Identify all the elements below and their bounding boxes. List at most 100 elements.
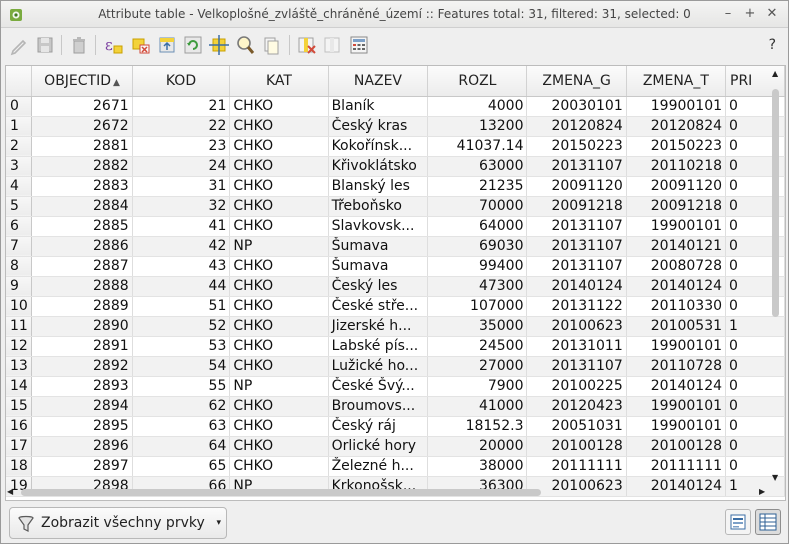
table-cell[interactable]: Labské pís... (328, 336, 429, 357)
table-cell[interactable]: 22 (132, 116, 231, 137)
table-cell[interactable]: CHKO (229, 396, 329, 417)
table-cell[interactable]: CHKO (229, 316, 329, 337)
row-header[interactable]: 16 (6, 416, 33, 437)
table-cell[interactable]: 2890 (31, 316, 133, 337)
table-cell[interactable]: 20131107 (526, 356, 627, 377)
table-cell[interactable]: 32 (132, 196, 231, 217)
table-cell[interactable]: 20110728 (626, 356, 727, 377)
column-header-kat[interactable]: KAT (229, 66, 329, 97)
row-header[interactable]: 15 (6, 396, 33, 417)
table-cell[interactable]: 52 (132, 316, 231, 337)
column-header-zmena-g[interactable]: ZMENA_G (526, 66, 627, 97)
table-cell[interactable]: 2671 (31, 96, 133, 117)
row-header[interactable]: 14 (6, 376, 33, 397)
table-cell[interactable]: 70000 (427, 196, 528, 217)
table-cell[interactable]: 20131011 (526, 336, 627, 357)
row-header[interactable]: 13 (6, 356, 33, 377)
table-cell[interactable]: 20120423 (526, 396, 627, 417)
table-cell[interactable]: 19900101 (626, 416, 727, 437)
horizontal-scroll-thumb[interactable] (21, 489, 541, 496)
table-cell[interactable]: 2891 (31, 336, 133, 357)
row-header[interactable]: 2 (6, 136, 33, 157)
table-row[interactable]: 11 2890 52 CHKO Jizerské h... 35000 20100623 20… (6, 316, 785, 337)
move-selection-to-top-button[interactable] (155, 33, 179, 57)
delete-column-button[interactable] (295, 33, 319, 57)
table-cell[interactable]: 2883 (31, 176, 133, 197)
column-header-objectid[interactable]: OBJECTID ▲ (31, 66, 133, 97)
table-row[interactable]: 14 2893 55 NP České Švý... 7900 20100225 201401… (6, 376, 785, 397)
table-cell[interactable]: Křivoklátsko (328, 156, 429, 177)
table-cell[interactable]: 20000 (427, 436, 528, 457)
table-cell[interactable]: 24500 (427, 336, 528, 357)
table-cell[interactable]: 20100531 (626, 316, 727, 337)
row-header[interactable]: 1 (6, 116, 33, 137)
row-header[interactable]: 4 (6, 176, 33, 197)
table-cell[interactable]: 20110330 (626, 296, 727, 317)
copy-selected-rows-button[interactable] (259, 33, 283, 57)
table-cell[interactable]: 44 (132, 276, 231, 297)
table-cell[interactable]: 20100128 (526, 436, 627, 457)
table-cell[interactable]: CHKO (229, 416, 329, 437)
table-cell[interactable]: 20140124 (626, 276, 727, 297)
scroll-left-arrow-icon[interactable]: ◀ (7, 487, 13, 496)
table-cell[interactable]: 23 (132, 136, 231, 157)
table-row[interactable]: 5 2884 32 CHKO Třeboňsko 70000 20091218 2009121… (6, 196, 785, 217)
table-cell[interactable]: CHKO (229, 256, 329, 277)
table-cell[interactable]: 54 (132, 356, 231, 377)
table-row[interactable]: 6 2885 41 CHKO Slavkovsk... 64000 20131107 1990… (6, 216, 785, 237)
table-cell[interactable]: 4000 (427, 96, 528, 117)
table-cell[interactable]: 20091218 (626, 196, 727, 217)
vertical-scroll-thumb[interactable] (772, 89, 779, 317)
row-header[interactable]: 9 (6, 276, 33, 297)
scroll-right-arrow-icon[interactable]: ▶ (759, 487, 765, 496)
table-cell[interactable]: 2896 (31, 436, 133, 457)
row-header[interactable]: 5 (6, 196, 33, 217)
table-cell[interactable]: Železné h... (328, 456, 429, 477)
table-cell[interactable]: Český kras (328, 116, 429, 137)
row-header[interactable]: 3 (6, 156, 33, 177)
table-cell[interactable]: 42 (132, 236, 231, 257)
table-cell[interactable]: 41037.14 (427, 136, 528, 157)
save-edits-button[interactable] (33, 33, 57, 57)
table-cell[interactable]: 20140124 (526, 276, 627, 297)
table-row[interactable]: 3 2882 24 CHKO Křivoklátsko 63000 20131107 2011… (6, 156, 785, 177)
table-cell[interactable]: 20111111 (526, 456, 627, 477)
table-cell[interactable]: Český les (328, 276, 429, 297)
row-header[interactable]: 10 (6, 296, 33, 317)
table-cell[interactable]: 20080728 (626, 256, 727, 277)
table-cell[interactable]: 2672 (31, 116, 133, 137)
feature-filter-button[interactable]: Zobrazit všechny prvky ▾ (9, 507, 227, 539)
table-cell[interactable]: 7900 (427, 376, 528, 397)
row-header[interactable]: 7 (6, 236, 33, 257)
table-cell[interactable]: NP (229, 236, 329, 257)
column-header-zmena-t[interactable]: ZMENA_T (626, 66, 727, 97)
table-cell[interactable]: 53 (132, 336, 231, 357)
select-by-expression-button[interactable]: ε (101, 33, 125, 57)
column-header-nazev[interactable]: NAZEV (328, 66, 429, 97)
table-cell[interactable]: CHKO (229, 216, 329, 237)
table-cell[interactable]: 99400 (427, 256, 528, 277)
table-cell[interactable]: 2895 (31, 416, 133, 437)
table-cell[interactable]: 18152.3 (427, 416, 528, 437)
row-header[interactable]: 11 (6, 316, 33, 337)
title-bar[interactable]: Attribute table - Velkoplošné_zvláště_ch… (1, 1, 788, 28)
table-cell[interactable]: NP (229, 376, 329, 397)
table-row[interactable]: 16 2895 63 CHKO Český ráj 18152.3 20051031 1990… (6, 416, 785, 437)
table-cell[interactable]: 13200 (427, 116, 528, 137)
table-row[interactable]: 12 2891 53 CHKO Labské pís... 24500 20131011 19… (6, 336, 785, 357)
pan-to-selected-button[interactable] (207, 33, 231, 57)
table-cell[interactable]: 20140121 (626, 236, 727, 257)
table-cell[interactable]: České stře... (328, 296, 429, 317)
table-cell[interactable]: CHKO (229, 96, 329, 117)
table-row[interactable]: 0 2671 21 CHKO Blaník 4000 20030101 19900101 0 (6, 96, 785, 117)
table-cell[interactable]: 2887 (31, 256, 133, 277)
table-cell[interactable]: CHKO (229, 436, 329, 457)
table-cell[interactable]: 20100128 (626, 436, 727, 457)
corner-header[interactable] (6, 66, 33, 97)
table-cell[interactable]: 43 (132, 256, 231, 277)
help-button[interactable]: ? (769, 37, 776, 53)
table-cell[interactable]: CHKO (229, 196, 329, 217)
table-cell[interactable]: CHKO (229, 156, 329, 177)
row-header[interactable]: 17 (6, 436, 33, 457)
table-cell[interactable]: 19900101 (626, 396, 727, 417)
